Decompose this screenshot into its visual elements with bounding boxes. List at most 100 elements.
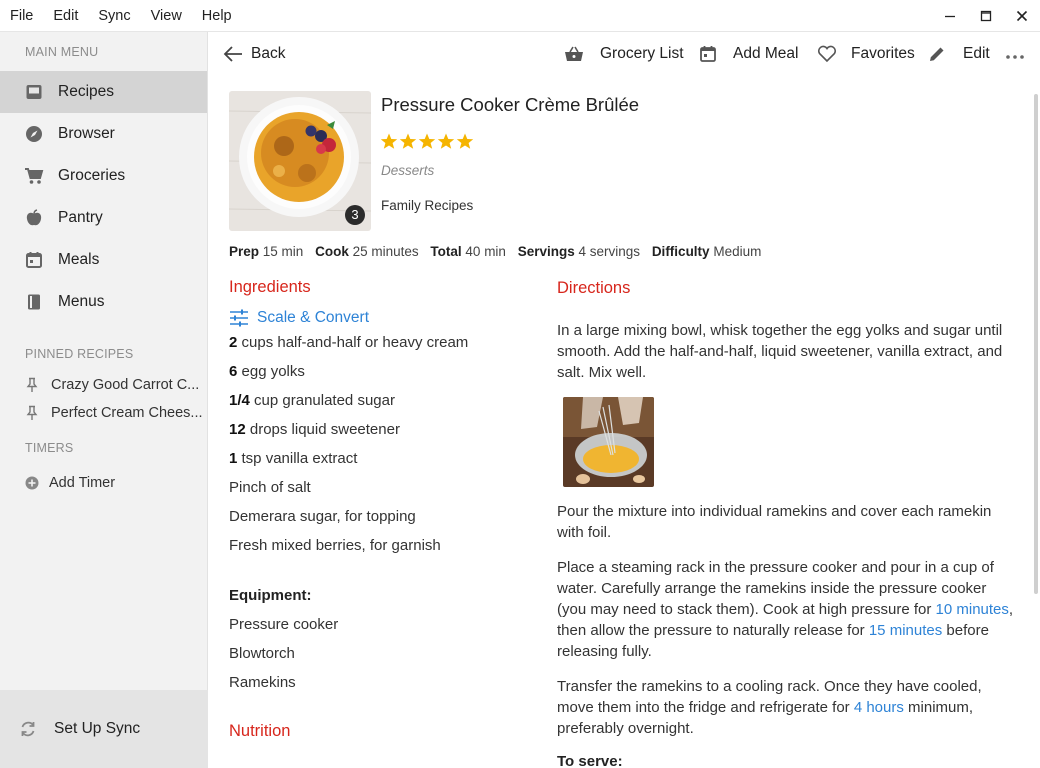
equipment-item: Ramekins	[229, 674, 296, 691]
sidebar-item-meals[interactable]: Meals	[0, 239, 207, 281]
photo-count-badge: 3	[345, 205, 365, 225]
star-icon	[418, 133, 436, 149]
edit-button[interactable]: Edit	[928, 45, 990, 63]
sync-button[interactable]: Set Up Sync	[0, 690, 208, 768]
more-options-icon[interactable]	[1005, 54, 1033, 60]
recipe-collection[interactable]: Family Recipes	[381, 198, 473, 213]
sliders-icon	[229, 309, 257, 327]
add-timer-button[interactable]: Add Timer	[0, 469, 207, 497]
recipe-stats: Prep 15 min Cook 25 minutes Total 40 min…	[229, 244, 769, 259]
menu-help[interactable]: Help	[192, 0, 242, 32]
toolbar: Back Grocery List Add Meal Favorites Edi…	[209, 32, 1040, 80]
menu-file[interactable]: File	[0, 0, 43, 32]
sidebar: MAIN MENU Recipes Browser Groceries Pant…	[0, 32, 208, 768]
favorites-button[interactable]: Favorites	[817, 45, 915, 63]
inbox-icon	[24, 82, 44, 102]
star-icon	[399, 133, 417, 149]
main-menu-label: MAIN MENU	[25, 45, 99, 59]
sidebar-item-label: Meals	[58, 251, 100, 268]
direction-photo[interactable]	[563, 397, 654, 487]
window-controls	[932, 0, 1040, 32]
sidebar-item-label: Pantry	[58, 209, 103, 226]
minimize-icon[interactable]	[932, 0, 968, 32]
grocery-list-label: Grocery List	[600, 45, 684, 62]
pinned-recipes-label: PINNED RECIPES	[25, 347, 134, 361]
sidebar-item-groceries[interactable]: Groceries	[0, 155, 207, 197]
menu-sync[interactable]: Sync	[88, 0, 140, 32]
ingredients-heading: Ingredients	[229, 278, 311, 296]
stat-total: Total 40 min	[430, 244, 506, 259]
maximize-icon[interactable]	[968, 0, 1004, 32]
sidebar-item-browser[interactable]: Browser	[0, 113, 207, 155]
sidebar-item-pantry[interactable]: Pantry	[0, 197, 207, 239]
nutrition-heading: Nutrition	[229, 722, 291, 740]
ingredient-item: 6 egg yolks	[229, 363, 305, 380]
close-icon[interactable]	[1004, 0, 1040, 32]
stat-difficulty: Difficulty Medium	[651, 244, 762, 259]
scale-convert-label: Scale & Convert	[257, 309, 369, 326]
sidebar-item-label: Menus	[58, 293, 105, 310]
add-meal-label: Add Meal	[733, 45, 799, 62]
direction-step: Pour the mixture into individual ramekin…	[557, 503, 992, 541]
scrollbar[interactable]	[1034, 94, 1038, 594]
ingredient-item: 1 tsp vanilla extract	[229, 450, 358, 467]
sidebar-item-label: Browser	[58, 125, 115, 142]
direction-step: Place a steaming rack in the pressure co…	[557, 559, 1014, 660]
recipe-photo[interactable]: 3	[229, 91, 371, 231]
menu-bar: File Edit Sync View Help	[0, 0, 1040, 32]
stat-servings: Servings 4 servings	[517, 244, 641, 259]
star-rating[interactable]	[380, 133, 474, 150]
sidebar-item-recipes[interactable]: Recipes	[0, 71, 207, 113]
direction-step: Transfer the ramekins to a cooling rack.…	[557, 678, 982, 737]
recipe-detail: Back Grocery List Add Meal Favorites Edi…	[209, 32, 1040, 768]
ingredient-item: 1/4 cup granulated sugar	[229, 392, 395, 409]
ingredient-item: Fresh mixed berries, for garnish	[229, 537, 441, 554]
recipe-category[interactable]: Desserts	[381, 163, 434, 178]
arrow-left-icon	[223, 45, 243, 63]
timer-link[interactable]: 4 hours	[854, 699, 904, 716]
pinned-recipe-item[interactable]: Crazy Good Carrot C...	[0, 371, 207, 399]
directions-section: Directions In a large mixing bowl, whisk…	[557, 279, 1017, 768]
ingredient-item: 2 cups half-and-half or heavy cream	[229, 334, 469, 351]
ingredient-item: 12 drops liquid sweetener	[229, 421, 400, 438]
sync-icon	[18, 719, 38, 739]
stat-prep: Prep 15 min	[229, 244, 304, 259]
pinned-recipe-label: Crazy Good Carrot C...	[51, 377, 200, 393]
pin-icon	[25, 403, 39, 423]
calendar-icon	[699, 45, 725, 63]
ingredients-section: Ingredients Scale & Convert 2 cups half-…	[229, 278, 529, 697]
sidebar-item-label: Groceries	[58, 167, 126, 184]
equipment-item: Blowtorch	[229, 645, 295, 662]
stat-cook: Cook 25 minutes	[315, 244, 419, 259]
scale-convert-button[interactable]: Scale & Convert	[229, 309, 529, 327]
menu-edit[interactable]: Edit	[43, 0, 88, 32]
edit-label: Edit	[963, 45, 990, 62]
timers-label: TIMERS	[25, 441, 74, 455]
basket-icon	[564, 45, 592, 63]
back-button[interactable]: Back	[223, 45, 285, 63]
menu-view[interactable]: View	[141, 0, 192, 32]
pencil-icon	[928, 45, 954, 63]
cart-icon	[24, 166, 44, 186]
add-timer-label: Add Timer	[49, 475, 116, 491]
equipment-heading: Equipment:	[229, 587, 312, 604]
timer-link[interactable]: 10 minutes	[936, 601, 1009, 618]
back-label: Back	[251, 45, 286, 62]
add-meal-button[interactable]: Add Meal	[699, 45, 798, 63]
pinned-recipe-item[interactable]: Perfect Cream Chees...	[0, 399, 207, 427]
star-icon	[456, 133, 474, 149]
grocery-list-button[interactable]: Grocery List	[564, 45, 684, 63]
favorites-label: Favorites	[851, 45, 915, 62]
sidebar-item-label: Recipes	[58, 83, 114, 100]
pinned-recipe-label: Perfect Cream Chees...	[51, 405, 203, 421]
star-icon	[380, 133, 398, 149]
sync-label: Set Up Sync	[54, 720, 141, 737]
directions-heading: Directions	[557, 279, 631, 297]
timer-link[interactable]: 15 minutes	[869, 622, 942, 639]
book-icon	[24, 292, 44, 312]
calendar-icon	[24, 250, 44, 270]
ingredient-item: Demerara sugar, for topping	[229, 508, 416, 525]
recipe-title: Pressure Cooker Crème Brûlée	[381, 94, 640, 115]
sidebar-item-menus[interactable]: Menus	[0, 281, 207, 323]
direction-step: In a large mixing bowl, whisk together t…	[557, 322, 1003, 381]
